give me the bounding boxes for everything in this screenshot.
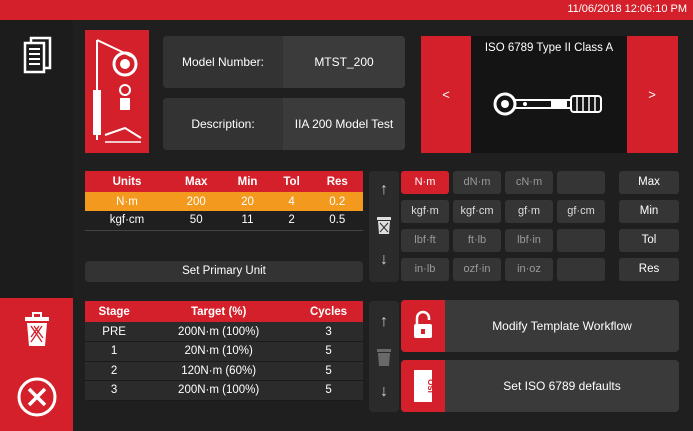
table-cell: 50 (168, 211, 224, 231)
wrench-icon (493, 92, 602, 116)
model-number-value: MTST_200 (283, 36, 405, 88)
table-cell: 4 (271, 192, 312, 211)
unit-button[interactable]: dN·m (453, 171, 501, 194)
table-cell: 120N·m (60%) (143, 361, 295, 381)
table-cell: 2 (85, 361, 144, 381)
documents-icon[interactable] (22, 36, 52, 74)
column-header-stage: Stage (85, 301, 144, 322)
close-icon[interactable] (16, 376, 58, 418)
table-row[interactable]: kgf·cm 50 11 2 0.5 (85, 211, 363, 231)
modify-workflow-label: Modify Template Workflow (492, 319, 632, 333)
description-value: IIA 200 Model Test (283, 98, 405, 150)
move-up-button[interactable]: ↑ (369, 181, 399, 199)
unlock-icon (401, 300, 445, 352)
unit-button[interactable]: in·lb (401, 258, 449, 281)
table-cell: 200N·m (100%) (143, 322, 295, 342)
unit-button[interactable]: gf·cm (557, 200, 605, 223)
stage-move-down-button[interactable]: ↓ (369, 383, 399, 401)
table-cell: 200N·m (100%) (143, 380, 295, 401)
table-cell: 5 (294, 341, 363, 362)
modify-workflow-button[interactable]: Modify Template Workflow (401, 300, 679, 352)
column-header-res: Res (311, 171, 363, 192)
table-cell: 5 (294, 380, 363, 401)
table-cell: 20N·m (10%) (143, 341, 295, 362)
max-button[interactable]: Max (619, 171, 679, 194)
table-cell: 1 (85, 341, 144, 362)
unit-button[interactable]: kgf·m (401, 200, 449, 223)
set-primary-unit-button[interactable]: Set Primary Unit (85, 261, 363, 282)
model-number-field: Model Number: MTST_200 (163, 36, 405, 88)
unit-button[interactable]: gf·m (505, 200, 553, 223)
description-label: Description: (163, 98, 283, 150)
left-sidebar (0, 20, 73, 431)
unit-button[interactable]: lbf·in (505, 229, 553, 252)
table-cell: 3 (294, 322, 363, 342)
table-row[interactable]: 2 120N·m (60%) 5 (85, 361, 363, 381)
unit-button[interactable]: ft·lb (453, 229, 501, 252)
tol-button[interactable]: Tol (619, 229, 679, 252)
main-content: Model Number: MTST_200 Description: IIA … (73, 20, 693, 431)
datetime: 11/06/2018 12:06:10 PM (567, 3, 687, 15)
unit-button[interactable]: ozf·in (453, 258, 501, 281)
iso-prev-button[interactable]: < (421, 36, 471, 153)
status-bar: 11/06/2018 12:06:10 PM (0, 0, 693, 20)
column-header-target: Target (%) (143, 301, 295, 322)
column-header-max: Max (168, 171, 224, 192)
table-cell: 0.5 (311, 211, 363, 231)
table-cell: 3 (85, 380, 144, 401)
delete-unit-icon[interactable] (369, 215, 399, 240)
table-cell: 11 (223, 211, 272, 231)
table-cell: 20 (223, 192, 272, 211)
table-cell: kgf·cm (85, 211, 169, 231)
table-cell: 2 (271, 211, 312, 231)
unit-button-empty (557, 171, 605, 194)
set-iso-defaults-button[interactable]: ISO Set ISO 6789 defaults (401, 360, 679, 412)
model-number-label: Model Number: (163, 36, 283, 88)
set-iso-defaults-label: Set ISO 6789 defaults (503, 379, 621, 393)
units-table: Units Max Min Tol Res N·m 200 20 4 0.2 k… (85, 171, 363, 231)
stage-table: Stage Target (%) Cycles PRE 200N·m (100%… (85, 301, 363, 401)
column-header-min: Min (223, 171, 272, 192)
iso-class-selector: < ISO 6789 Type II Class A > (421, 36, 678, 153)
iso-badge: ISO (427, 379, 436, 393)
table-row[interactable]: 1 20N·m (10%) 5 (85, 341, 363, 362)
table-row[interactable]: PRE 200N·m (100%) 3 (85, 322, 363, 342)
unit-button[interactable]: lbf·ft (401, 229, 449, 252)
stage-move-up-button[interactable]: ↑ (369, 313, 399, 331)
min-button[interactable]: Min (619, 200, 679, 223)
unit-button-empty (557, 229, 605, 252)
delete-stage-icon[interactable] (369, 347, 399, 372)
delete-template-icon[interactable] (22, 312, 52, 348)
table-cell: 200 (168, 192, 224, 211)
table-cell: PRE (85, 322, 144, 342)
table-row[interactable]: 3 200N·m (100%) 5 (85, 380, 363, 401)
unit-button[interactable]: kgf·cm (453, 200, 501, 223)
stages-reorder-control: ↑ ↓ (369, 301, 399, 412)
unit-button-empty (557, 258, 605, 281)
move-down-button[interactable]: ↓ (369, 251, 399, 269)
iso-class-title: ISO 6789 Type II Class A (484, 42, 614, 54)
units-reorder-control: ↑ ↓ (369, 171, 399, 282)
wrench-thumbnail-icon (85, 30, 149, 153)
iso-class-display: ISO 6789 Type II Class A (471, 36, 627, 153)
table-cell: 0.2 (311, 192, 363, 211)
column-header-units: Units (85, 171, 169, 192)
column-header-cycles: Cycles (294, 301, 363, 322)
iso-next-button[interactable]: > (627, 36, 677, 153)
table-cell: N·m (85, 192, 169, 211)
table-cell: 5 (294, 361, 363, 381)
iso-standard-icon: ISO (401, 360, 445, 412)
table-row[interactable]: N·m 200 20 4 0.2 (85, 192, 363, 211)
unit-button[interactable]: N·m (401, 171, 449, 194)
sidebar-action-panel (0, 298, 73, 431)
description-field: Description: IIA 200 Model Test (163, 98, 405, 150)
unit-button[interactable]: cN·m (505, 171, 553, 194)
column-header-tol: Tol (271, 171, 312, 192)
unit-button[interactable]: in·oz (505, 258, 553, 281)
res-button[interactable]: Res (619, 258, 679, 281)
